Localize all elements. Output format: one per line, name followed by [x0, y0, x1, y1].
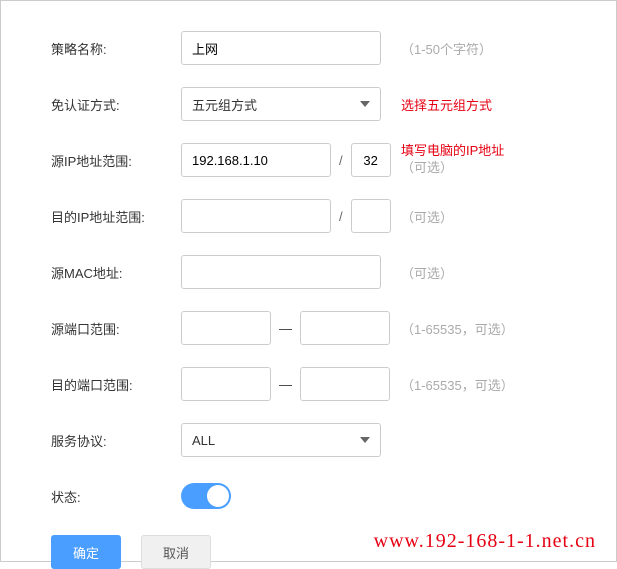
label-src-ip: 源IP地址范围:: [21, 151, 181, 170]
hint-src-mac: （可选）: [391, 263, 453, 282]
hint-dst-port: （1-65535，可选）: [391, 375, 514, 394]
row-protocol: 服务协议: ALL: [21, 423, 596, 457]
select-auth-mode-value: 五元组方式: [192, 95, 257, 114]
label-status: 状态:: [21, 487, 181, 506]
row-src-mac: 源MAC地址: （可选）: [21, 255, 596, 289]
hint-src-port: （1-65535，可选）: [391, 319, 514, 338]
input-dst-ip[interactable]: [181, 199, 331, 233]
row-dst-ip: 目的IP地址范围: / （可选）: [21, 199, 596, 233]
input-src-port-to[interactable]: [300, 311, 390, 345]
select-auth-mode[interactable]: 五元组方式: [181, 87, 381, 121]
hint-policy-name: （1-50个字符）: [391, 39, 492, 58]
ok-button[interactable]: 确定: [51, 535, 121, 569]
slash-separator: /: [337, 153, 345, 168]
watermark: www.192-168-1-1.net.cn: [374, 530, 596, 553]
chevron-down-icon: [360, 437, 370, 443]
row-auth-mode: 免认证方式: 五元组方式 选择五元组方式: [21, 87, 596, 121]
select-protocol-value: ALL: [192, 433, 215, 448]
label-auth-mode: 免认证方式:: [21, 95, 181, 114]
input-src-port-from[interactable]: [181, 311, 271, 345]
label-policy-name: 策略名称:: [21, 39, 181, 58]
input-src-ip[interactable]: [181, 143, 331, 177]
label-src-port: 源端口范围:: [21, 319, 181, 338]
label-protocol: 服务协议:: [21, 431, 181, 450]
input-src-mac[interactable]: [181, 255, 381, 289]
chevron-down-icon: [360, 101, 370, 107]
select-protocol[interactable]: ALL: [181, 423, 381, 457]
row-src-port: 源端口范围: — （1-65535，可选）: [21, 311, 596, 345]
row-src-ip: 源IP地址范围: / 填写电脑的IP地址 （可选）: [21, 143, 596, 177]
input-policy-name[interactable]: [181, 31, 381, 65]
hint-dst-ip: （可选）: [391, 207, 453, 226]
input-dst-port-to[interactable]: [300, 367, 390, 401]
label-dst-ip: 目的IP地址范围:: [21, 207, 181, 226]
input-src-ip-mask[interactable]: [351, 143, 391, 177]
toggle-status[interactable]: [181, 483, 231, 509]
dash-separator: —: [277, 321, 294, 336]
row-dst-port: 目的端口范围: — （1-65535，可选）: [21, 367, 596, 401]
annotation-src-ip: 填写电脑的IP地址 （可选）: [391, 143, 504, 177]
dash-separator: —: [277, 377, 294, 392]
input-dst-port-from[interactable]: [181, 367, 271, 401]
row-status: 状态:: [21, 479, 596, 513]
slash-separator: /: [337, 209, 345, 224]
toggle-knob: [207, 485, 229, 507]
annotation-auth-mode: 选择五元组方式: [391, 95, 492, 114]
label-src-mac: 源MAC地址:: [21, 263, 181, 282]
row-policy-name: 策略名称: （1-50个字符）: [21, 31, 596, 65]
input-dst-ip-mask[interactable]: [351, 199, 391, 233]
cancel-button[interactable]: 取消: [141, 535, 211, 569]
label-dst-port: 目的端口范围:: [21, 375, 181, 394]
